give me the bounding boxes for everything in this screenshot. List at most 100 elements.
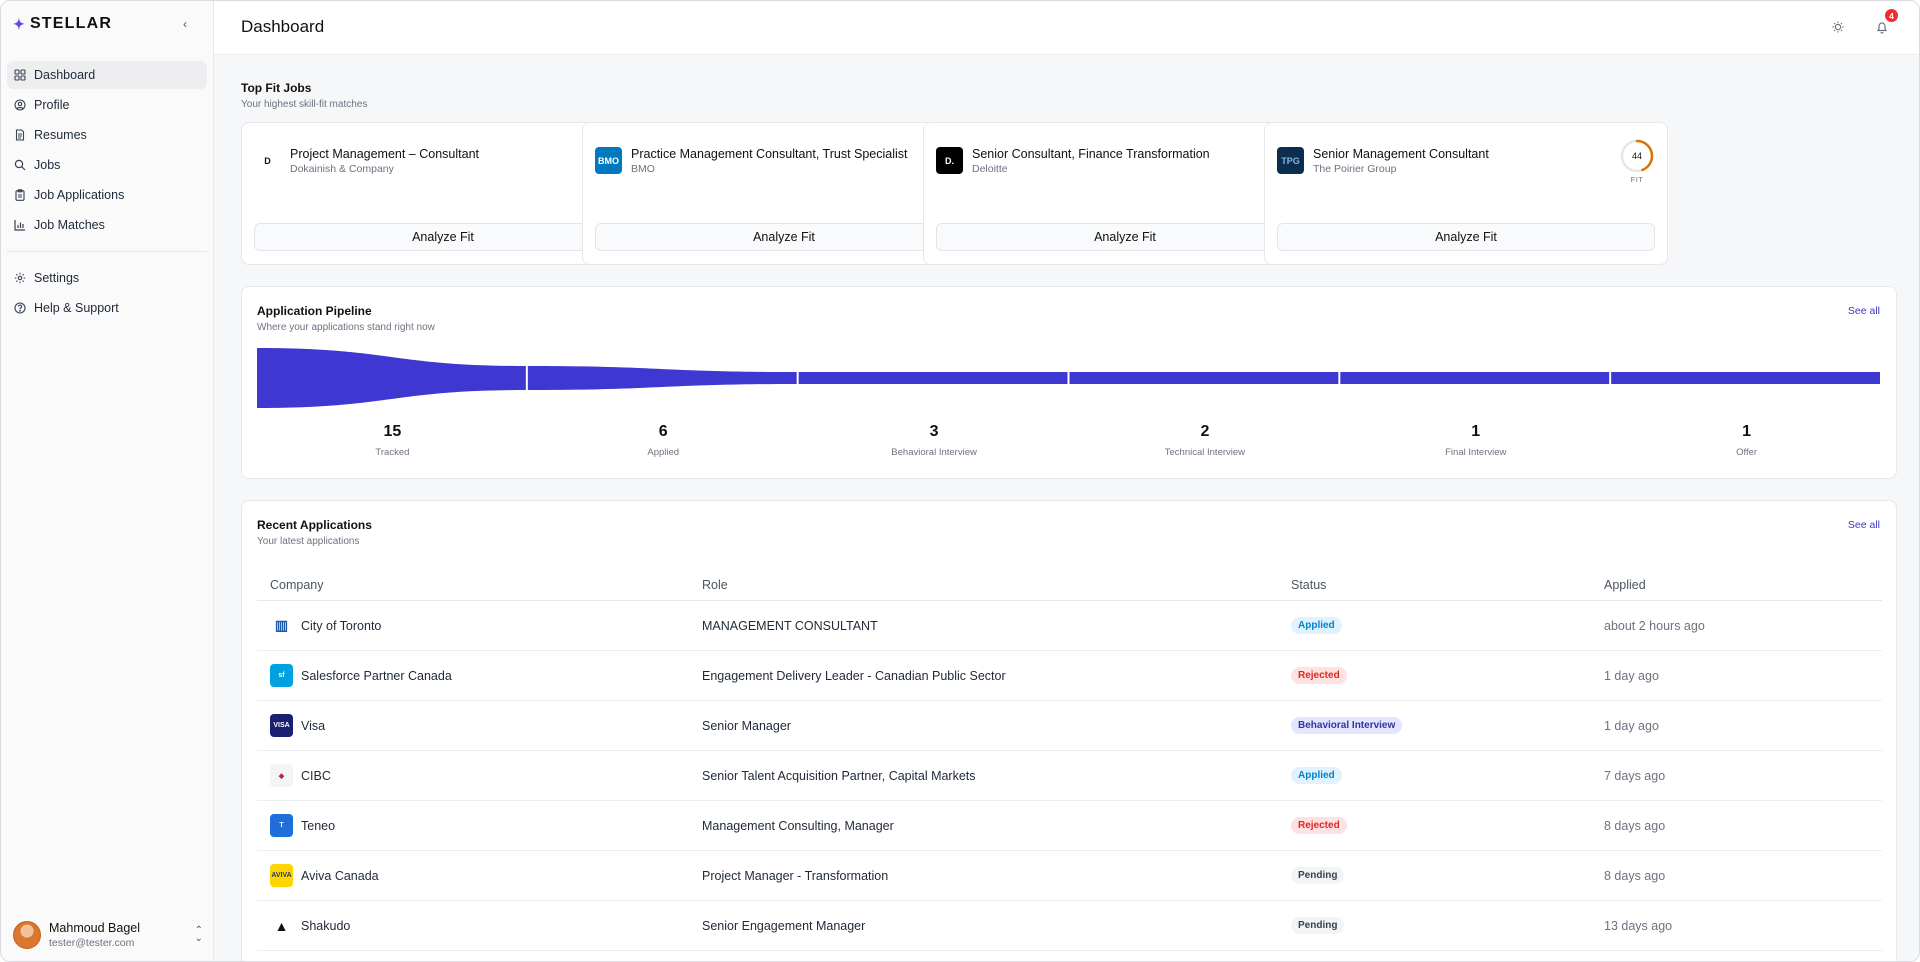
funnel-segment[interactable] [1611,372,1880,384]
company-logo: ◆ [270,764,293,787]
search-icon [14,159,26,171]
table-row[interactable]: ▥ City of Toronto MANAGEMENT CONSULTANT App… [257,601,1882,651]
sidebar-item-job-matches[interactable]: Job Matches [7,211,207,239]
job-title[interactable]: Practice Management Consultant, Trust Sp… [631,147,908,161]
pipeline-stage[interactable]: 3 Behavioral Interview [799,423,1069,458]
stage-label: Behavioral Interview [891,447,977,458]
company-name: Aviva Canada [301,868,379,883]
table-row[interactable]: AVIVA Aviva Canada Project Manager - Trans… [257,851,1882,901]
company-cell: ▲ Shakudo [257,914,702,937]
section-title: Top Fit Jobs [241,81,312,95]
sidebar-nav: Dashboard Profile Resumes Jobs Job Appli… [7,61,207,324]
analyze-fit-button[interactable]: Analyze Fit [936,223,1314,251]
pipeline-stage[interactable]: 1 Offer [1612,423,1882,458]
funnel-segment[interactable] [798,372,1068,384]
user-menu[interactable]: Mahmoud Bagel tester@tester.com ⌃ ⌄ [13,917,203,953]
company-logo: AVIVA [270,864,293,887]
page-header: Dashboard [214,1,1919,55]
table-row[interactable]: ◆ CIBC Senior Talent Acquisition Partner, … [257,751,1882,801]
sidebar-item-resumes[interactable]: Resumes [7,121,207,149]
applied-cell: 8 days ago [1604,868,1666,883]
applied-cell: 13 days ago [1604,918,1673,933]
column-header-role[interactable]: Role [702,578,1291,592]
column-header-applied[interactable]: Applied [1604,578,1882,592]
column-header-company[interactable]: Company [257,578,702,592]
table-row[interactable]: sf Salesforce Partner Canada Engagement De… [257,651,1882,701]
applied-cell: 7 days ago [1604,768,1666,783]
stage-label: Applied [647,447,680,458]
status-badge: Pending [1291,867,1345,884]
stage-count: 15 [383,423,402,440]
stage-label: Final Interview [1445,447,1507,458]
funnel-segment[interactable] [1340,372,1610,384]
funnel-segment[interactable] [527,366,797,390]
company-name: Deloitte [972,163,1008,175]
funnel-segment[interactable] [257,348,526,408]
fit-score: 44 FIT [1619,138,1655,184]
applications-table: Company Role Status Applied ▥ City of Tor… [257,569,1882,951]
sun-icon[interactable] [1829,18,1847,36]
stage-label: Tracked [375,447,410,458]
column-header-status[interactable]: Status [1291,578,1604,592]
status-badge: Behavioral Interview [1291,717,1403,734]
chevron-up-down-icon[interactable]: ⌃ ⌄ [195,926,203,944]
role-cell: MANAGEMENT CONSULTANT [702,618,878,633]
sidebar-item-jobs[interactable]: Jobs [7,151,207,179]
fit-value: 44 [1632,151,1642,161]
job-card[interactable]: TPG Senior Management Consultant The Poiri… [1264,122,1668,265]
table-row[interactable]: VISA Visa Senior Manager Behavioral Intervi… [257,701,1882,751]
clipboard-icon [14,189,26,201]
application-pipeline: Application Pipeline Where your applicat… [241,286,1897,479]
role-cell: Project Manager - Transformation [702,868,889,883]
pipeline-stage[interactable]: 6 Applied [528,423,798,458]
company-name: Visa [301,718,326,733]
company-name: Salesforce Partner Canada [301,668,452,683]
sidebar-item-profile[interactable]: Profile [7,91,207,119]
sidebar-item-label: Job Matches [34,218,105,232]
company-logo: D. [936,147,963,174]
job-title[interactable]: Senior Consultant, Finance Transformatio… [972,147,1210,161]
pipeline-stage[interactable]: 15 Tracked [257,423,527,458]
sidebar-item-dashboard[interactable]: Dashboard [7,61,207,89]
company-logo: ▲ [270,914,293,937]
status-badge: Rejected [1291,817,1347,834]
brand-logo[interactable]: ✦ STELLAR [13,15,112,33]
company-logo: ▥ [270,614,293,637]
company-logo: VISA [270,714,293,737]
pipeline-stage[interactable]: 1 Final Interview [1341,423,1611,458]
status-cell: Applied [1291,617,1604,634]
company-logo: D [254,147,281,174]
status-badge: Applied [1291,767,1342,784]
applied-cell: 1 day ago [1604,668,1659,683]
job-title[interactable]: Senior Management Consultant [1313,147,1489,161]
pipeline-header: Application Pipeline Where your applicat… [257,304,435,333]
collapse-sidebar-icon[interactable]: ‹ [183,17,187,31]
funnel-segment[interactable] [1069,372,1339,384]
see-all-link[interactable]: See all [1848,305,1880,317]
status-cell: Pending [1291,867,1604,884]
status-badge: Applied [1291,617,1342,634]
applied-cell: 8 days ago [1604,818,1666,833]
section-title: Recent Applications [257,518,372,532]
sidebar-item-label: Job Applications [34,188,125,202]
resume-icon [14,129,26,141]
analyze-fit-button[interactable]: Analyze Fit [1277,223,1655,251]
sidebar-item-label: Profile [34,98,70,112]
company-logo: sf [270,664,293,687]
sidebar-item-settings[interactable]: Settings [7,264,207,292]
see-all-link[interactable]: See all [1848,519,1880,531]
analyze-fit-button[interactable]: Analyze Fit [254,223,632,251]
stage-count: 1 [1471,423,1481,440]
company-cell: VISA Visa [257,714,702,737]
company-name: City of Toronto [301,618,382,633]
analyze-fit-button[interactable]: Analyze Fit [595,223,973,251]
pipeline-stage[interactable]: 2 Technical Interview [1070,423,1340,458]
user-email: tester@tester.com [49,937,135,949]
job-title[interactable]: Project Management – Consultant [290,147,479,161]
company-logo: BMO [595,147,622,174]
table-row[interactable]: T Teneo Management Consulting, Manager Reje… [257,801,1882,851]
table-row[interactable]: ▲ Shakudo Senior Engagement Manager Pending… [257,901,1882,951]
sidebar-divider [7,251,207,252]
sidebar-item-job-applications[interactable]: Job Applications [7,181,207,209]
sidebar-item-help[interactable]: Help & Support [7,294,207,322]
